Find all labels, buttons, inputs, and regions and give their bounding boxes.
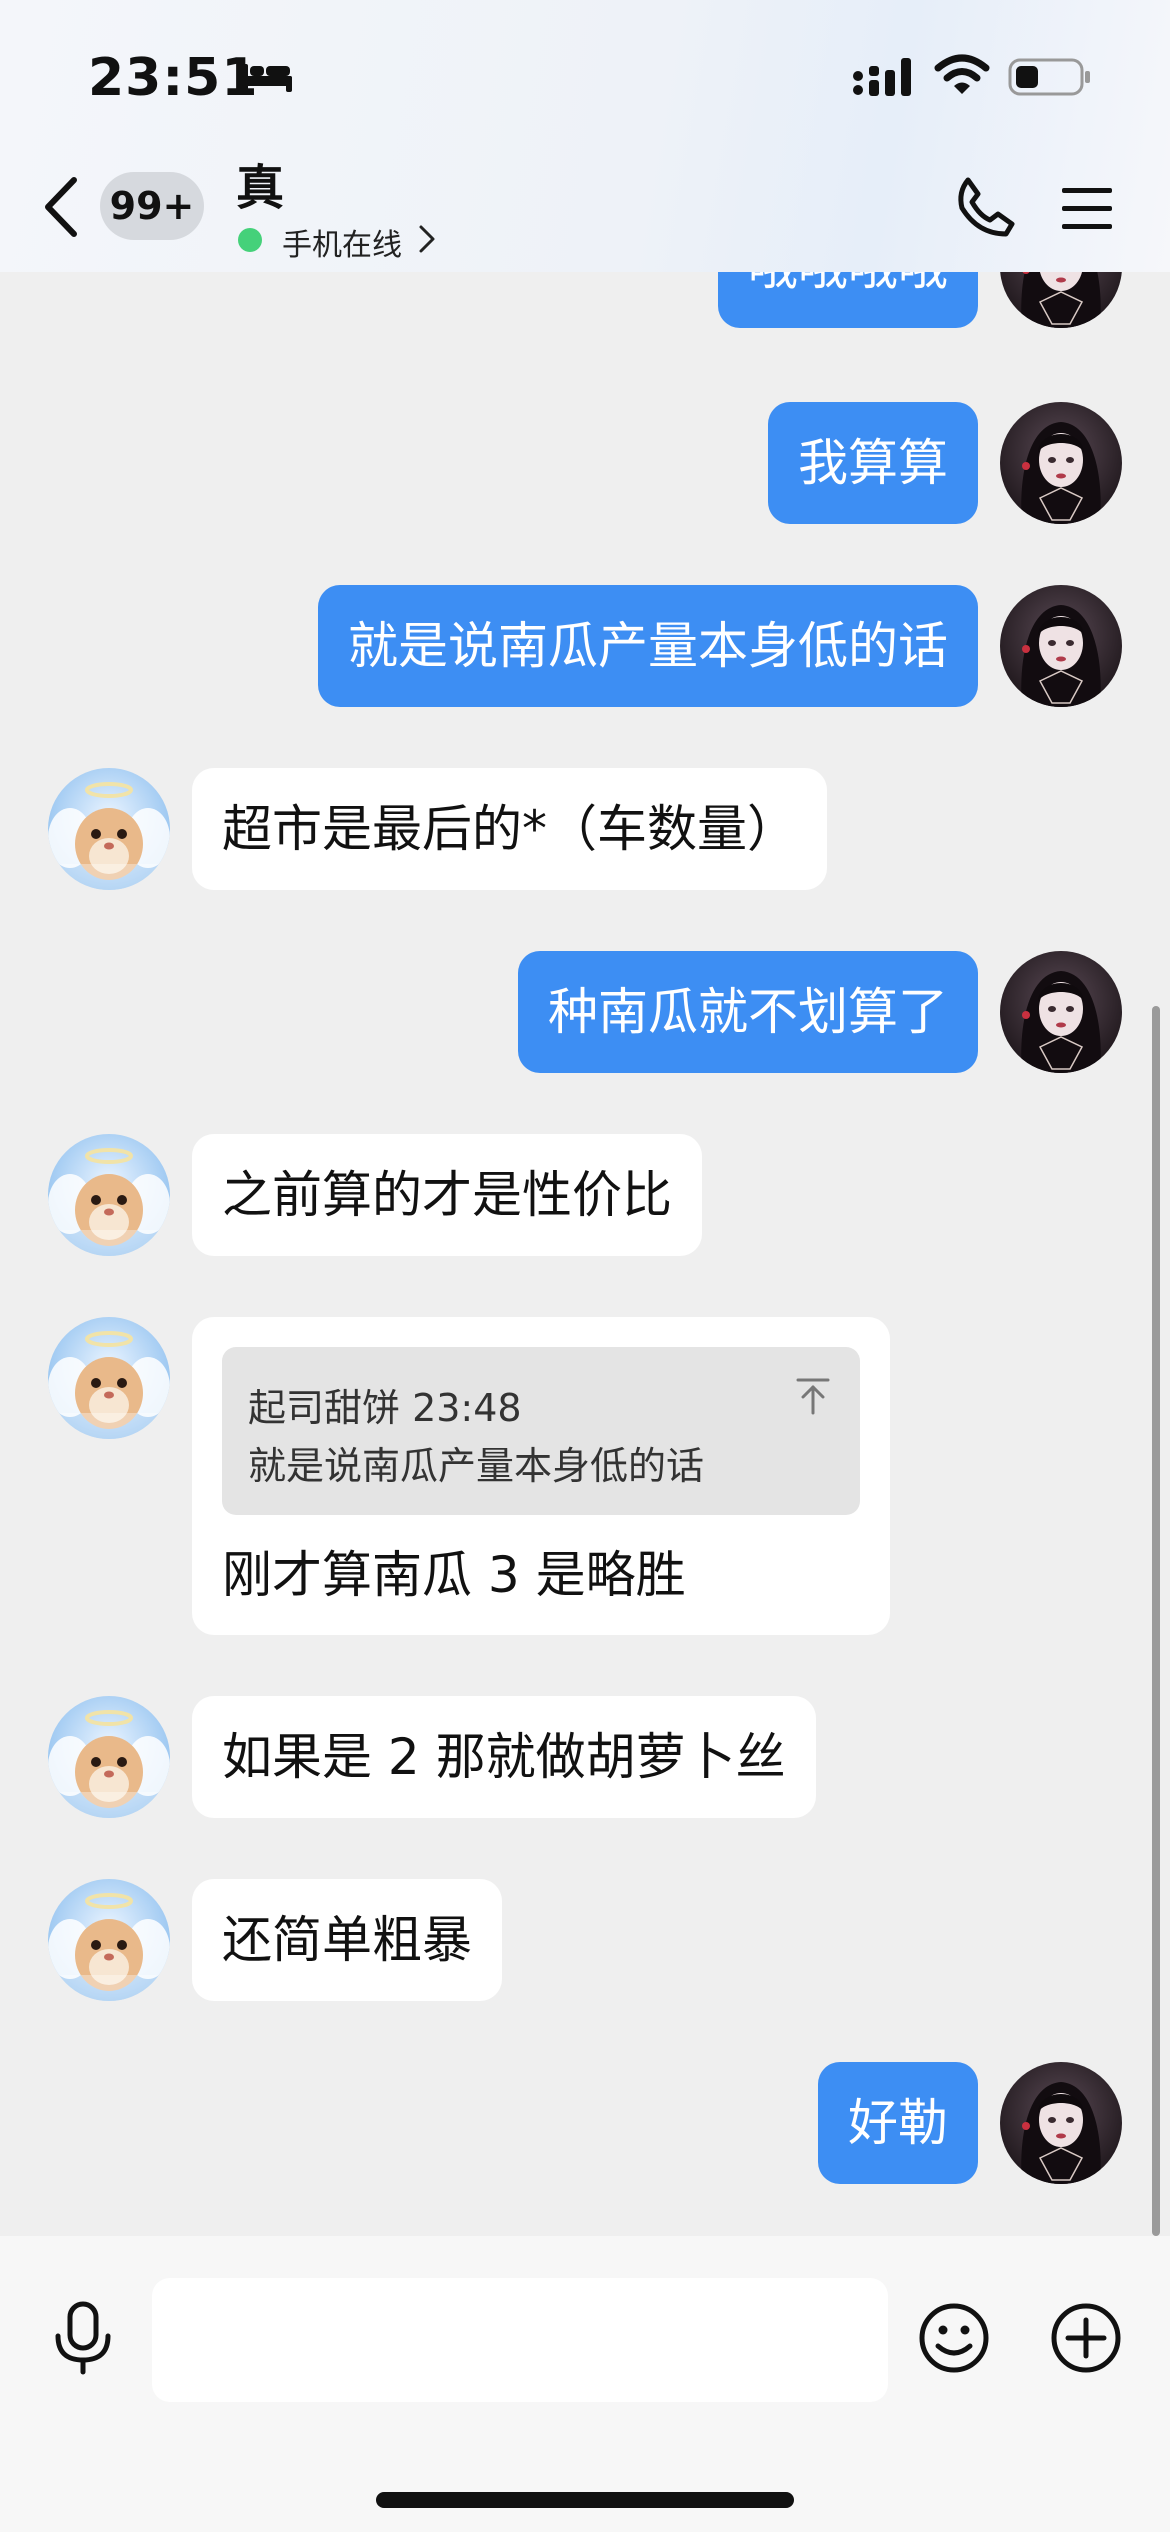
online-status-dot [238, 228, 262, 252]
status-time: 23:51 [88, 48, 259, 108]
message-bubble-theirs[interactable]: 超市是最后的*（车数量） [192, 768, 827, 890]
input-bar [0, 2236, 1170, 2532]
quoted-author-time: 起司甜饼 23:48 [248, 1386, 522, 1430]
message-bubble-mine[interactable]: 好勒 [818, 2062, 978, 2184]
message-bubble-mine[interactable]: 哦哦哦哦 [718, 272, 978, 328]
quoted-message[interactable]: 起司甜饼 23:48 就是说南瓜产量本身低的话 [222, 1347, 860, 1515]
my-avatar[interactable] [1000, 951, 1122, 1073]
contact-avatar[interactable] [48, 1879, 170, 2001]
message-list[interactable]: 哦哦哦哦 我算算 就是说南瓜产量本身低的话 超市是最后的*（车数量） 种南瓜就不… [0, 272, 1170, 2236]
contact-avatar[interactable] [48, 1134, 170, 1256]
message-bubble-mine[interactable]: 种南瓜就不划算了 [518, 951, 978, 1073]
my-avatar[interactable] [1000, 272, 1122, 328]
microphone-icon[interactable] [50, 2300, 116, 2376]
menu-icon[interactable] [1060, 184, 1114, 232]
contact-name[interactable]: 真 [236, 148, 284, 218]
scrollbar[interactable] [1152, 1006, 1160, 2236]
bed-icon [242, 64, 292, 92]
my-avatar[interactable] [1000, 2062, 1122, 2184]
contact-avatar[interactable] [48, 768, 170, 890]
message-bubble-theirs[interactable]: 还简单粗暴 [192, 1879, 502, 2001]
back-icon[interactable] [40, 174, 84, 240]
message-input[interactable] [152, 2278, 888, 2402]
message-bubble-mine[interactable]: 就是说南瓜产量本身低的话 [318, 585, 978, 707]
home-indicator [376, 2492, 794, 2508]
unread-badge[interactable]: 99+ [100, 172, 204, 240]
contact-avatar[interactable] [48, 1696, 170, 1818]
online-status-text[interactable]: 手机在线 [282, 220, 402, 264]
chat-header: 23:51 99+ 真 手机在线 [0, 0, 1170, 272]
message-bubble-theirs[interactable]: 如果是 2 那就做胡萝卜丝 [192, 1696, 816, 1818]
chevron-right-icon[interactable] [418, 224, 436, 254]
quote-reply-bubble[interactable]: 起司甜饼 23:48 就是说南瓜产量本身低的话 刚才算南瓜 3 是略胜 [192, 1317, 890, 1635]
quoted-text: 就是说南瓜产量本身低的话 [248, 1444, 705, 1488]
jump-to-top-icon[interactable] [796, 1377, 830, 1415]
plus-icon[interactable] [1050, 2302, 1122, 2374]
wifi-icon [934, 54, 990, 94]
reply-text: 刚才算南瓜 3 是略胜 [222, 1546, 686, 1604]
message-bubble-mine[interactable]: 我算算 [768, 402, 978, 524]
signal-icon [853, 58, 911, 96]
contact-avatar[interactable] [48, 1317, 170, 1439]
message-bubble-theirs[interactable]: 之前算的才是性价比 [192, 1134, 702, 1256]
my-avatar[interactable] [1000, 585, 1122, 707]
emoji-icon[interactable] [918, 2302, 990, 2374]
phone-icon[interactable] [954, 176, 1016, 238]
battery-icon [1008, 58, 1090, 96]
chat-screen: 23:51 99+ 真 手机在线 我算算 就是说南瓜产量本身低的话 超市是最后的… [0, 0, 1170, 2532]
my-avatar[interactable] [1000, 402, 1122, 524]
